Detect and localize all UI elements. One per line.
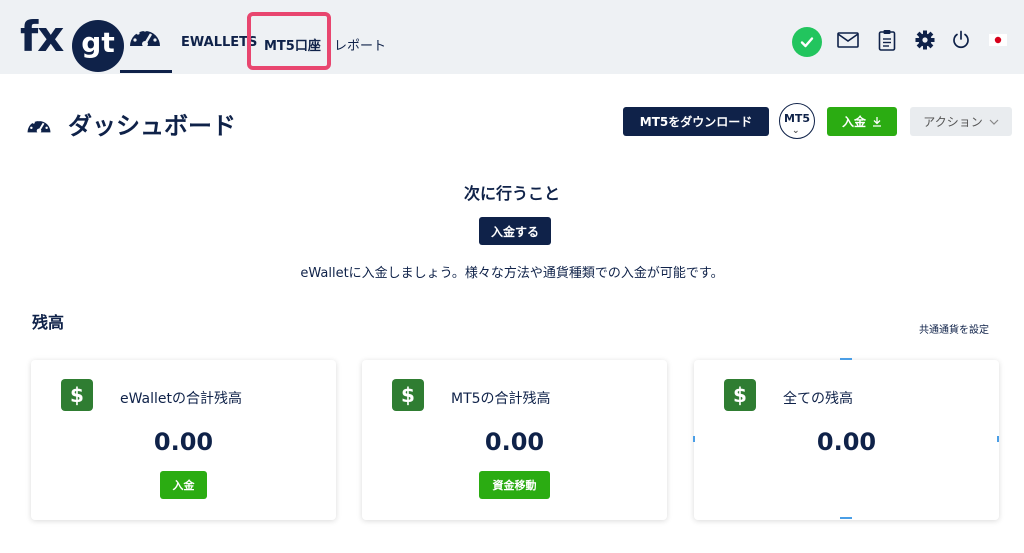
download-arrow-icon bbox=[873, 117, 881, 127]
selection-handle-right bbox=[997, 436, 999, 442]
check-circle-icon[interactable] bbox=[792, 27, 822, 57]
set-common-currency-link[interactable]: 共通通貨を設定 bbox=[919, 321, 989, 336]
deposit-now-button[interactable]: 入金する bbox=[479, 217, 551, 245]
card-label: 全ての残高 bbox=[783, 391, 853, 407]
nav-ewallets[interactable]: EWALLETS bbox=[181, 35, 257, 50]
card-deposit-button[interactable]: 入金 bbox=[160, 471, 207, 499]
next-steps-title: 次に行うこと bbox=[463, 184, 560, 203]
card-label: eWalletの合計残高 bbox=[120, 391, 243, 407]
ewallet-balance-card: $ eWalletの合計残高 0.00 入金 bbox=[31, 360, 336, 520]
nav-active-underline bbox=[120, 70, 172, 73]
card-value: 0.00 bbox=[153, 428, 214, 456]
selection-handle-top bbox=[840, 358, 852, 360]
action-dropdown-button[interactable]: アクション bbox=[910, 107, 1012, 136]
balance-section-title: 残高 bbox=[32, 313, 65, 332]
card-label: MT5の合計残高 bbox=[451, 391, 551, 407]
dollar-icon: $ bbox=[61, 379, 93, 411]
speedometer-icon bbox=[27, 118, 51, 133]
total-balance-card: $ 全ての残高 0.00 bbox=[694, 360, 999, 520]
card-value: 0.00 bbox=[484, 428, 545, 456]
next-steps-description: eWalletに入金しましょう。様々な方法や通貨種類での入金が可能です。 bbox=[300, 266, 724, 281]
dollar-icon: $ bbox=[392, 379, 424, 411]
deposit-button[interactable]: 入金 bbox=[827, 107, 897, 136]
mail-icon[interactable] bbox=[836, 28, 860, 52]
selection-handle-left bbox=[693, 436, 695, 442]
japan-flag-icon[interactable] bbox=[986, 28, 1010, 52]
card-value: 0.00 bbox=[816, 428, 877, 456]
deposit-button-label: 入金 bbox=[841, 115, 866, 129]
highlight-annotation-box bbox=[247, 12, 331, 70]
card-transfer-button[interactable]: 資金移動 bbox=[479, 471, 550, 499]
top-navbar: fx gt EWALLETS MT5口座 レポート bbox=[0, 0, 1024, 74]
nav-dashboard[interactable] bbox=[118, 22, 172, 74]
speedometer-icon bbox=[130, 28, 160, 47]
clipboard-icon[interactable] bbox=[875, 28, 899, 52]
selection-handle-bottom bbox=[840, 517, 852, 519]
logo-gt-circle: gt bbox=[72, 20, 124, 72]
page-header: ダッシュボード bbox=[26, 106, 236, 141]
chevron-down-icon bbox=[989, 119, 999, 125]
gear-icon[interactable] bbox=[913, 28, 937, 52]
logo-fx-text: fx bbox=[20, 12, 64, 61]
power-icon[interactable] bbox=[949, 28, 973, 52]
nav-report[interactable]: レポート bbox=[334, 35, 386, 54]
chevron-down-icon: ⌄ bbox=[792, 126, 800, 136]
dollar-icon: $ bbox=[724, 379, 756, 411]
fxgt-logo[interactable]: fx gt bbox=[16, 12, 124, 72]
download-mt5-button[interactable]: MT5をダウンロード bbox=[623, 107, 769, 136]
mt5-dropdown-badge[interactable]: MT5 ⌄ bbox=[779, 103, 815, 139]
page-title: ダッシュボード bbox=[68, 112, 236, 140]
mt5-balance-card: $ MT5の合計残高 0.00 資金移動 bbox=[362, 360, 667, 520]
mt5-badge-label: MT5 bbox=[783, 112, 811, 125]
action-button-label: アクション bbox=[923, 115, 983, 129]
